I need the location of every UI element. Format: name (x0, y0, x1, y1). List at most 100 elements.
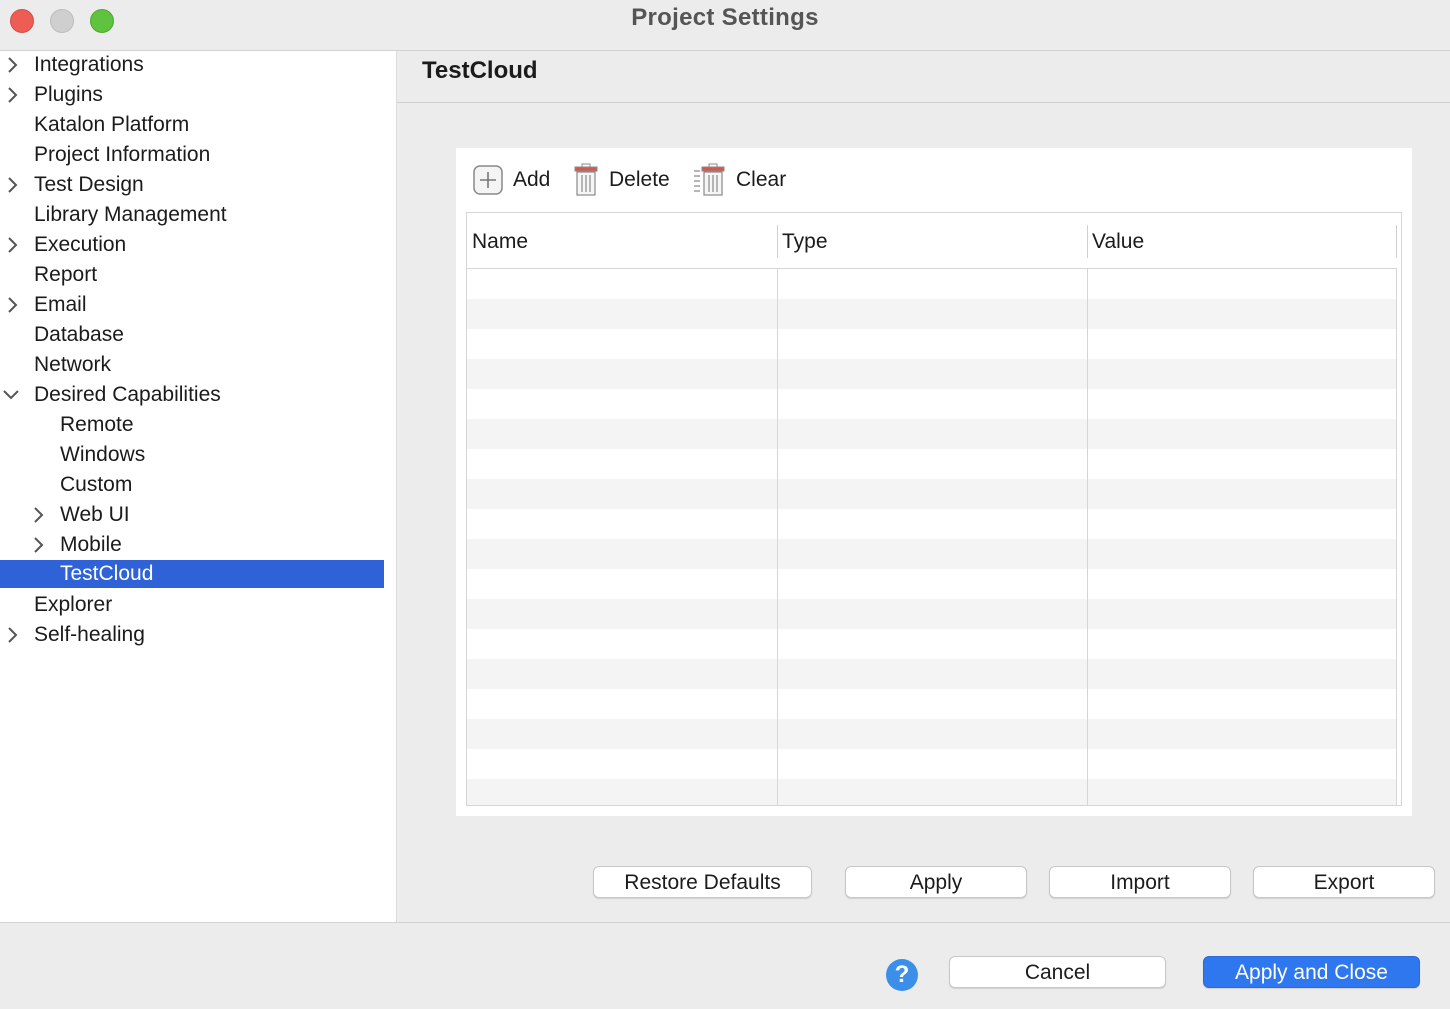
tree-item-label: Network (34, 353, 112, 376)
tree-item-test-design[interactable]: Test Design (0, 171, 384, 199)
capabilities-table[interactable]: Name Type Value (466, 212, 1402, 806)
apply-button[interactable]: Apply (845, 866, 1027, 898)
tree-item-label: Windows (60, 443, 146, 466)
chevron-right-icon[interactable] (3, 51, 23, 79)
table-row[interactable] (467, 389, 1397, 419)
tree-item-label: Email (34, 293, 87, 316)
apply-and-close-button[interactable]: Apply and Close (1203, 956, 1420, 988)
table-row[interactable] (467, 539, 1397, 569)
table-row[interactable] (467, 419, 1397, 449)
tree-item-label: Desired Capabilities (34, 383, 221, 406)
tree-item-report[interactable]: Report (0, 261, 384, 289)
tree-item-custom[interactable]: Custom (0, 471, 384, 499)
help-icon[interactable]: ? (886, 959, 918, 991)
table-header: Name Type Value (467, 213, 1397, 269)
tree-item-label: Plugins (34, 83, 103, 106)
title-bar: Project Settings (0, 0, 1450, 51)
clear-label: Clear (736, 168, 787, 191)
tree-item-label: Library Management (34, 203, 227, 226)
divider (397, 102, 1450, 103)
tree-item-label: Execution (34, 233, 127, 256)
cancel-button[interactable]: Cancel (949, 956, 1166, 988)
tree-item-windows[interactable]: Windows (0, 441, 384, 469)
import-button[interactable]: Import (1049, 866, 1231, 898)
column-divider (777, 269, 778, 805)
export-button[interactable]: Export (1253, 866, 1435, 898)
dialog-footer: ? Cancel Apply and Close (0, 922, 1450, 1009)
tree-item-execution[interactable]: Execution (0, 231, 384, 259)
column-header-type[interactable]: Type (777, 213, 1087, 268)
trash-icon (572, 163, 600, 197)
tree-item-library-management[interactable]: Library Management (0, 201, 384, 229)
tree-item-integrations[interactable]: Integrations (0, 51, 384, 79)
tree-item-label: Custom (60, 473, 133, 496)
tree-item-label: Explorer (34, 593, 113, 616)
chevron-right-icon[interactable] (3, 231, 23, 259)
tree-item-label: Project Information (34, 143, 211, 166)
tree-item-web-ui[interactable]: Web UI (0, 501, 384, 529)
tree-item-mobile[interactable]: Mobile (0, 531, 384, 559)
chevron-right-icon[interactable] (3, 81, 23, 109)
table-row[interactable] (467, 269, 1397, 299)
tree-item-label: Integrations (34, 53, 144, 76)
table-row[interactable] (467, 359, 1397, 389)
tree-item-self-healing[interactable]: Self-healing (0, 621, 384, 649)
tree-item-explorer[interactable]: Explorer (0, 591, 384, 619)
clear-button[interactable]: Clear (693, 162, 786, 198)
chevron-down-icon[interactable] (1, 381, 21, 409)
tree-item-label: TestCloud (60, 562, 154, 585)
table-row[interactable] (467, 659, 1397, 689)
table-row[interactable] (467, 719, 1397, 749)
tree-item-database[interactable]: Database (0, 321, 384, 349)
capabilities-panel: Add Delete Clear Name Type Value (456, 148, 1412, 816)
table-row[interactable] (467, 569, 1397, 599)
tree-item-label: Katalon Platform (34, 113, 190, 136)
chevron-right-icon[interactable] (3, 621, 23, 649)
tree-item-label: Test Design (34, 173, 144, 196)
chevron-right-icon[interactable] (3, 291, 23, 319)
tree-item-desired-capabilities[interactable]: Desired Capabilities (0, 381, 384, 409)
chevron-right-icon[interactable] (3, 171, 23, 199)
column-separator[interactable] (1396, 225, 1397, 258)
table-body (467, 269, 1397, 805)
tree-item-remote[interactable]: Remote (0, 411, 384, 439)
table-row[interactable] (467, 749, 1397, 779)
table-row[interactable] (467, 449, 1397, 479)
column-divider (1396, 269, 1397, 805)
tree-item-label: Remote (60, 413, 134, 436)
table-row[interactable] (467, 299, 1397, 329)
add-icon (472, 164, 504, 196)
table-row[interactable] (467, 629, 1397, 659)
add-button[interactable]: Add (472, 162, 550, 198)
column-divider (1087, 269, 1088, 805)
table-row[interactable] (467, 479, 1397, 509)
tree-item-label: Self-healing (34, 623, 145, 646)
tree-item-label: Database (34, 323, 124, 346)
tree-item-network[interactable]: Network (0, 351, 384, 379)
tree-item-project-information[interactable]: Project Information (0, 141, 384, 169)
delete-label: Delete (609, 168, 670, 191)
column-header-name[interactable]: Name (467, 213, 777, 268)
tree-item-testcloud[interactable]: TestCloud (0, 560, 384, 588)
table-row[interactable] (467, 689, 1397, 719)
restore-defaults-button[interactable]: Restore Defaults (593, 866, 812, 898)
chevron-right-icon[interactable] (29, 531, 49, 559)
add-label: Add (513, 168, 551, 191)
tree-item-label: Report (34, 263, 98, 286)
delete-button[interactable]: Delete (572, 162, 670, 198)
tree-item-email[interactable]: Email (0, 291, 384, 319)
window-title: Project Settings (631, 4, 819, 31)
table-row[interactable] (467, 329, 1397, 359)
table-row[interactable] (467, 599, 1397, 629)
tree-item-katalon-platform[interactable]: Katalon Platform (0, 111, 384, 139)
chevron-right-icon[interactable] (29, 501, 49, 529)
settings-tree: Integrations Plugins Katalon Platform Pr… (0, 51, 397, 922)
clear-icon (693, 163, 727, 197)
tree-item-plugins[interactable]: Plugins (0, 81, 384, 109)
page-title: TestCloud (422, 57, 538, 84)
column-header-value[interactable]: Value (1087, 213, 1397, 268)
settings-page: TestCloud Add Delete Clear Name Type Val… (397, 51, 1450, 922)
table-row[interactable] (467, 779, 1397, 805)
tree-item-label: Mobile (60, 533, 122, 556)
table-row[interactable] (467, 509, 1397, 539)
